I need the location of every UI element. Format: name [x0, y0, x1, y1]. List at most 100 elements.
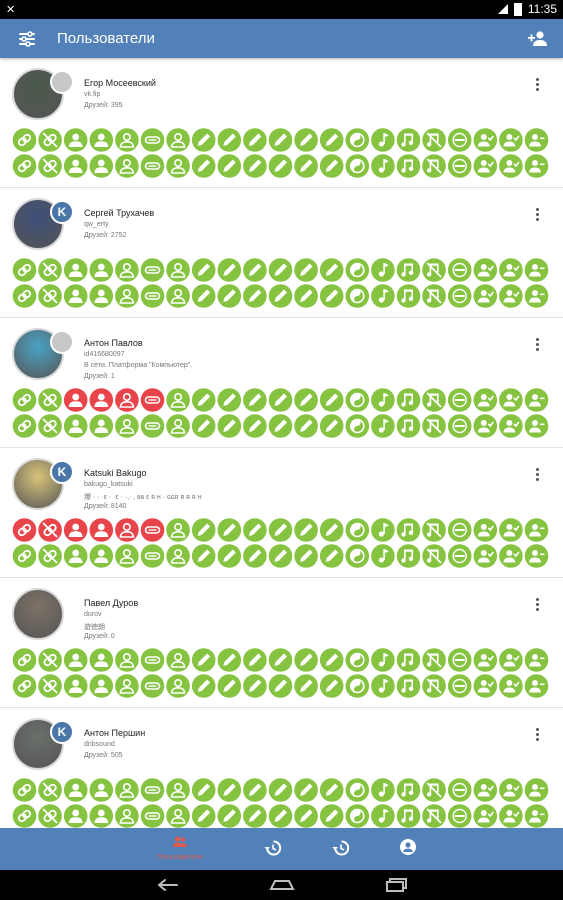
pencil-icon	[294, 778, 318, 802]
user-card[interactable]: K Сергей Трухачев qw_erty Друзей: 2752	[0, 188, 563, 318]
pencil-icon	[191, 284, 216, 308]
pencil-icon	[319, 388, 344, 412]
person-check-icon	[499, 258, 523, 282]
person-icon	[63, 544, 88, 568]
pencil-icon	[191, 414, 216, 438]
add-user-icon[interactable]	[527, 28, 549, 50]
pencil-icon	[243, 154, 267, 178]
user-list: Егор Мосеевский vk.fip Друзей: 395 K Сергей …	[0, 58, 563, 828]
tab-history-1[interactable]	[238, 828, 308, 870]
home-icon[interactable]	[268, 877, 296, 893]
avatar-wrap: K	[12, 198, 74, 250]
pencil-icon	[191, 258, 216, 282]
avatar-wrap	[12, 68, 74, 120]
pencil-icon	[243, 388, 267, 412]
avatar[interactable]	[12, 588, 64, 640]
person-minus-icon	[524, 258, 549, 282]
person-icon	[63, 804, 88, 828]
person-check-icon	[473, 128, 498, 152]
person-outline-icon	[115, 544, 139, 568]
recents-icon[interactable]	[384, 877, 410, 893]
user-name: Антон Павлов	[84, 338, 143, 348]
user-card[interactable]: Антон Павлов id416680097 В сети. Платформа…	[0, 318, 563, 448]
pencil-icon	[319, 544, 344, 568]
more-vert-icon[interactable]	[536, 728, 540, 743]
person-minus-icon	[524, 284, 549, 308]
minus-icon	[447, 388, 472, 412]
pencil-icon	[217, 648, 242, 672]
more-vert-icon[interactable]	[536, 208, 540, 223]
pencil-icon	[217, 128, 242, 152]
pencil-icon	[319, 414, 344, 438]
pencil-icon	[243, 128, 267, 152]
person-icon	[89, 128, 114, 152]
yin-yang-icon	[345, 648, 370, 672]
tab-history-2[interactable]	[306, 828, 376, 870]
music-note-icon	[371, 778, 395, 802]
pencil-icon	[191, 648, 216, 672]
person-check-icon	[499, 778, 523, 802]
person-outline-icon	[115, 414, 139, 438]
person-check-icon	[473, 674, 498, 698]
pencil-icon	[294, 414, 318, 438]
person-check-icon	[499, 648, 523, 672]
back-icon[interactable]	[156, 877, 180, 893]
person-icon	[63, 284, 88, 308]
minus-icon	[447, 414, 472, 438]
sleep-icon	[140, 544, 165, 568]
pencil-icon	[268, 778, 293, 802]
music-note-icon	[371, 804, 395, 828]
person-icon	[63, 258, 88, 282]
person-minus-icon	[524, 544, 549, 568]
desktop-badge-icon	[50, 70, 74, 94]
more-vert-icon[interactable]	[536, 338, 540, 353]
link-icon	[12, 128, 37, 152]
tab-account[interactable]	[373, 828, 443, 870]
user-card[interactable]: Павел Дуров durov 遊徳朗 Друзей: 0	[0, 578, 563, 708]
more-vert-icon[interactable]	[536, 78, 540, 93]
tab-users[interactable]: Пользователи	[145, 828, 215, 870]
music-off-icon	[422, 284, 446, 308]
person-minus-icon	[524, 674, 549, 698]
link-icon	[12, 544, 37, 568]
link-off-icon	[38, 258, 62, 282]
pencil-icon	[243, 284, 267, 308]
user-info-line: 爆 · · ·ε · ·ε · ·,· ‚ ꞩꞩ ε ʀ ʜ · ɢɢʀ ʀ ʀ…	[84, 494, 202, 501]
pencil-icon	[268, 258, 293, 282]
music-icon	[396, 778, 421, 802]
vk-badge-icon: K	[50, 720, 74, 744]
user-card[interactable]: Егор Мосеевский vk.fip Друзей: 395	[0, 58, 563, 188]
more-vert-icon[interactable]	[536, 468, 540, 483]
user-card[interactable]: K Katsuki Bakugo bakugo_katsuki 爆 · · ·ε · …	[0, 448, 563, 578]
music-icon	[396, 128, 421, 152]
yin-yang-icon	[345, 258, 370, 282]
page-title: Пользователи	[57, 30, 155, 47]
user-info-line: 遊徳朗	[84, 624, 105, 631]
pencil-icon	[268, 414, 293, 438]
pencil-icon	[268, 388, 293, 412]
person-icon	[89, 648, 114, 672]
person-outline-icon	[166, 284, 190, 308]
person-check-icon	[473, 284, 498, 308]
person-icon	[89, 414, 114, 438]
pencil-icon	[217, 258, 242, 282]
link-off-icon	[38, 414, 62, 438]
user-info-line: qw_erty	[84, 221, 109, 228]
person-icon	[63, 778, 88, 802]
filter-icon[interactable]	[17, 29, 37, 49]
pencil-icon	[268, 284, 293, 308]
sleep-icon	[140, 804, 165, 828]
notification-icon: ✕	[6, 4, 16, 16]
status-icon-row	[12, 674, 549, 698]
person-check-icon	[499, 128, 523, 152]
vk-badge-icon: K	[50, 460, 74, 484]
person-outline-icon	[166, 414, 190, 438]
user-card[interactable]: K Антон Першин dnbsound Друзей: 505	[0, 708, 563, 828]
person-outline-icon	[166, 648, 190, 672]
sleep-icon	[140, 284, 165, 308]
person-icon	[89, 518, 114, 542]
person-icon	[89, 258, 114, 282]
more-vert-icon[interactable]	[536, 598, 540, 613]
music-off-icon	[422, 518, 446, 542]
person-outline-icon	[115, 388, 139, 412]
